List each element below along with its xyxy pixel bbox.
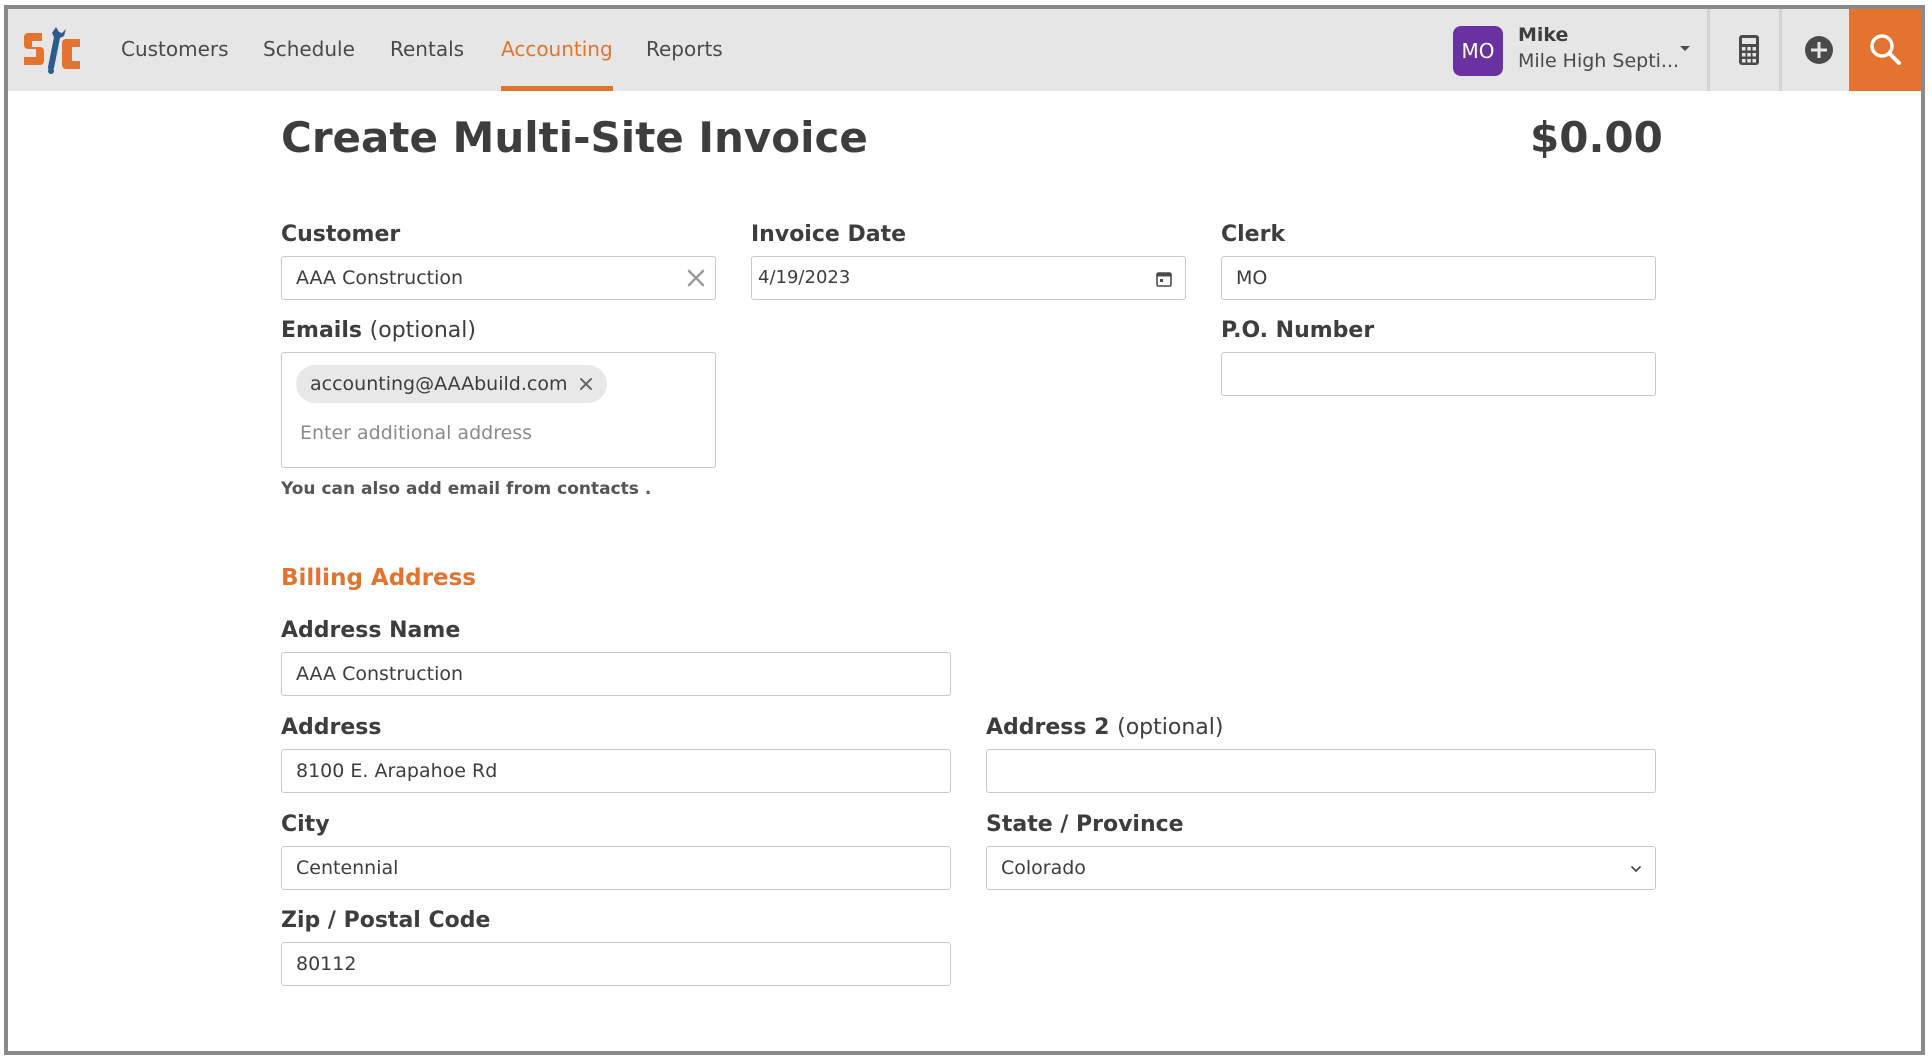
- remove-chip-icon[interactable]: [579, 377, 593, 391]
- invoice-date-label: Invoice Date: [751, 222, 907, 247]
- sc-logo-icon[interactable]: [22, 25, 84, 77]
- calculator-icon[interactable]: [1730, 31, 1768, 69]
- po-number-field[interactable]: [1221, 352, 1656, 396]
- zip-value: 80112: [296, 953, 357, 975]
- toolbar-divider: [1779, 9, 1782, 91]
- city-field[interactable]: Centennial: [281, 846, 951, 890]
- address2-optional-text: (optional): [1117, 715, 1224, 740]
- address2-field[interactable]: [986, 749, 1656, 793]
- emails-field[interactable]: accounting@AAAbuild.com: [281, 352, 716, 468]
- emails-label: Emails (optional): [281, 318, 476, 343]
- toolbar-divider: [1707, 9, 1710, 91]
- clear-icon[interactable]: [685, 267, 707, 289]
- address-field[interactable]: 8100 E. Arapahoe Rd: [281, 749, 951, 793]
- nav-schedule[interactable]: Schedule: [263, 9, 355, 91]
- nav-customers[interactable]: Customers: [121, 9, 229, 91]
- address-label: Address: [281, 715, 382, 740]
- email-chip: accounting@AAAbuild.com: [296, 365, 608, 403]
- plus-circle-icon[interactable]: [1800, 31, 1838, 69]
- user-name[interactable]: Mike: [1518, 24, 1568, 46]
- city-label: City: [281, 812, 330, 837]
- address2-label: Address 2 (optional): [986, 715, 1223, 740]
- nav-accounting[interactable]: Accounting: [501, 9, 613, 91]
- emails-optional-text: (optional): [369, 318, 476, 343]
- address2-label-text: Address 2: [986, 715, 1110, 740]
- invoice-total: $0.00: [1530, 113, 1663, 162]
- address-name-label: Address Name: [281, 618, 461, 643]
- clerk-field[interactable]: MO: [1221, 256, 1656, 300]
- customer-field[interactable]: AAA Construction: [281, 256, 716, 300]
- app-window: Customers Schedule Rentals Accounting Re…: [4, 5, 1925, 1055]
- search-icon: [1870, 34, 1901, 65]
- user-company[interactable]: Mile High Septi...: [1518, 50, 1679, 72]
- address-value: 8100 E. Arapahoe Rd: [296, 760, 498, 782]
- customer-value: AAA Construction: [296, 267, 464, 289]
- top-nav-bar: Customers Schedule Rentals Accounting Re…: [8, 9, 1921, 91]
- state-value: Colorado: [1001, 857, 1086, 879]
- city-value: Centennial: [296, 857, 399, 879]
- address-name-field[interactable]: AAA Construction: [281, 652, 951, 696]
- nav-rentals[interactable]: Rentals: [390, 9, 464, 91]
- user-avatar[interactable]: MO: [1453, 26, 1503, 76]
- email-help-text[interactable]: You can also add email from contacts .: [281, 479, 651, 499]
- state-label: State / Province: [986, 812, 1184, 837]
- emails-label-text: Emails: [281, 318, 362, 343]
- po-number-label: P.O. Number: [1221, 318, 1375, 343]
- clerk-label: Clerk: [1221, 222, 1286, 247]
- clerk-value: MO: [1236, 267, 1268, 289]
- zip-field[interactable]: 80112: [281, 942, 951, 986]
- invoice-date-value: 4/19/2023: [758, 267, 851, 288]
- billing-address-heading: Billing Address: [281, 565, 476, 591]
- invoice-date-field[interactable]: 4/19/2023: [751, 256, 1186, 300]
- calendar-icon[interactable]: [1155, 270, 1173, 288]
- zip-label: Zip / Postal Code: [281, 908, 491, 933]
- nav-reports[interactable]: Reports: [646, 9, 723, 91]
- email-chip-text: accounting@AAAbuild.com: [310, 373, 568, 395]
- caret-down-icon[interactable]: [1676, 40, 1694, 58]
- additional-email-input[interactable]: [300, 413, 690, 453]
- page-title: Create Multi-Site Invoice: [281, 113, 868, 162]
- customer-label: Customer: [281, 222, 401, 247]
- address-name-value: AAA Construction: [296, 663, 464, 685]
- chevron-down-icon: [1631, 866, 1641, 872]
- search-button[interactable]: [1849, 9, 1921, 91]
- state-select[interactable]: Colorado: [986, 846, 1656, 890]
